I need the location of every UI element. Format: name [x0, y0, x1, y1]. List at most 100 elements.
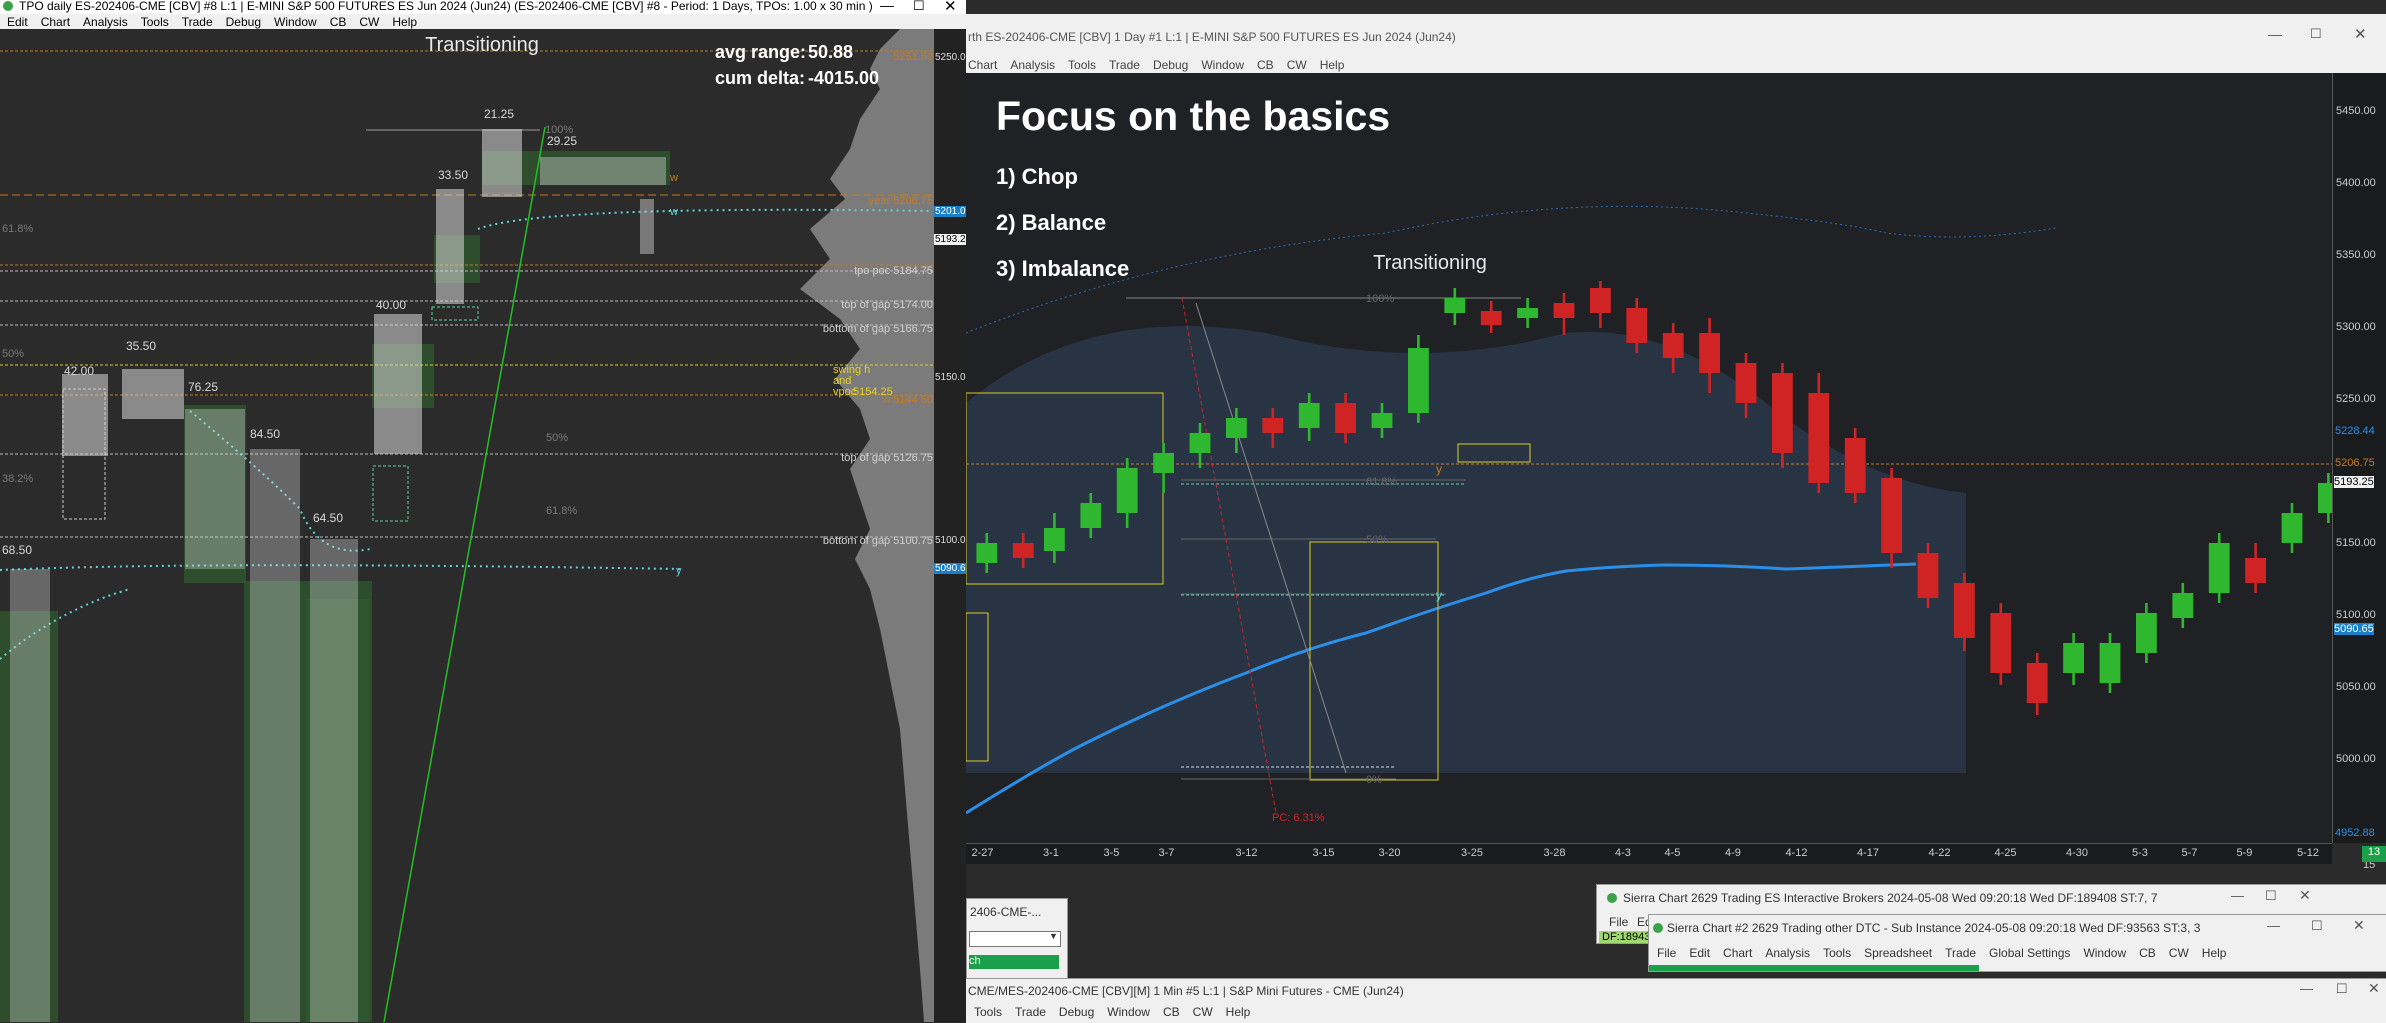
menu-help[interactable]: Help — [1320, 58, 1345, 72]
menu-trade[interactable]: Trade — [182, 15, 213, 29]
menu-window[interactable]: Window — [2083, 946, 2126, 960]
close-button[interactable]: ✕ — [2368, 980, 2380, 997]
y-letter: y — [1436, 462, 1442, 476]
menu-analysis[interactable]: Analysis — [83, 15, 128, 29]
menu-debug[interactable]: Debug — [1153, 58, 1188, 72]
date-label: 5-9 — [2236, 847, 2253, 859]
focus-point: 1) Chop — [996, 164, 1078, 189]
minimize-button[interactable]: — — [2268, 26, 2282, 42]
candle-body — [1626, 308, 1648, 343]
menu-debug[interactable]: Debug — [226, 15, 261, 29]
date-axis[interactable]: 2-27 3-1 3-5 3-7 3-12 3-15 3-20 3-25 3-28 4-3 4-5 4… — [966, 843, 2375, 871]
date-label: 3-7 — [1158, 847, 1175, 859]
menu-help[interactable]: Help — [392, 15, 417, 29]
menu-chart[interactable]: Chart — [41, 15, 70, 29]
dtc-window[interactable]: Sierra Chart #2 2629 Trading other DTC -… — [1648, 914, 2386, 972]
date-label: 4-5 — [1664, 847, 1681, 859]
menu-trade[interactable]: Trade — [1015, 1005, 1046, 1019]
tpo-chart[interactable]: Transitioning avg range: 50.88 cum delta… — [0, 29, 966, 1022]
date-label: 5-3 — [2132, 847, 2148, 859]
small-window[interactable]: 2406-CME-... ▼ ch — [966, 898, 1068, 980]
maximize-button[interactable]: ☐ — [2336, 981, 2348, 997]
menu-chart[interactable]: Chart — [1723, 946, 1752, 960]
menu-trade[interactable]: Trade — [1109, 58, 1140, 72]
w-letter: w — [669, 172, 678, 184]
candle-body — [2318, 483, 2332, 513]
maximize-button[interactable]: ☐ — [2310, 26, 2322, 42]
candle-body — [1735, 363, 1757, 403]
close-button[interactable]: ✕ — [2353, 917, 2365, 934]
menu-chart[interactable]: Chart — [968, 58, 997, 72]
right-window-titlebar[interactable]: rth ES-202406-CME [CBV] 1 Day #1 L:1 | E… — [966, 14, 2386, 56]
axis-label: 5193.25 — [2334, 476, 2374, 488]
candle-body — [1262, 418, 1284, 433]
candle-body — [1371, 413, 1393, 428]
chevron-down-icon[interactable]: ▼ — [1049, 931, 1058, 941]
axis-label: 5090.65 — [2334, 623, 2374, 635]
small-window-tab[interactable]: ch — [969, 955, 1059, 969]
level-tag: year 5206.75 — [869, 195, 933, 207]
close-button[interactable]: ✕ — [2354, 25, 2367, 43]
date-label: 4-3 — [1615, 847, 1631, 859]
menu-cb[interactable]: CB — [1163, 1005, 1180, 1019]
level-tag: 5251.50 — [893, 51, 933, 63]
menu-file[interactable]: File — [1609, 915, 1628, 929]
menu-cb[interactable]: CB — [1257, 58, 1274, 72]
candle-body — [2026, 663, 2048, 703]
menu-cw[interactable]: CW — [1193, 1005, 1213, 1019]
candle-body — [1954, 583, 1975, 638]
candle-body — [1881, 478, 1902, 553]
menu-tools[interactable]: Tools — [974, 1005, 1002, 1019]
menu-analysis[interactable]: Analysis — [1765, 946, 1810, 960]
left-window-titlebar[interactable]: TPO daily ES-202406-CME [CBV] #8 L:1 | E… — [0, 0, 966, 14]
menu-window[interactable]: Window — [274, 15, 317, 29]
menu-tools[interactable]: Tools — [141, 15, 169, 29]
minimize-button[interactable]: — — [2300, 981, 2313, 996]
daily-candle-chart[interactable]: Focus on the basics 1) Chop 2) Balance 3… — [966, 73, 2332, 843]
menu-window[interactable]: Window — [1201, 58, 1244, 72]
pc-label: PC: 6.31% — [1272, 812, 1325, 824]
menu-cw[interactable]: CW — [1287, 58, 1307, 72]
range-label: 40.00 — [376, 298, 406, 312]
menu-cw[interactable]: CW — [359, 15, 379, 29]
menu-global-settings[interactable]: Global Settings — [1989, 946, 2070, 960]
menu-spreadsheet[interactable]: Spreadsheet — [1864, 946, 1932, 960]
maximize-button[interactable]: ☐ — [913, 0, 925, 14]
menu-cb[interactable]: CB — [330, 15, 347, 29]
menu-tools[interactable]: Tools — [1823, 946, 1851, 960]
menu-trade[interactable]: Trade — [1945, 946, 1976, 960]
maximize-button[interactable]: ☐ — [2265, 888, 2277, 904]
menu-cb[interactable]: CB — [2139, 946, 2156, 960]
range-label: 33.50 — [438, 168, 468, 182]
candle-body — [1444, 298, 1466, 313]
close-button[interactable]: ✕ — [2299, 887, 2311, 904]
right-price-axis[interactable]: 5450.00 5400.00 5350.00 5300.00 5250.00 … — [2332, 73, 2386, 843]
left-menubar: Edit Chart Analysis Tools Trade Debug Wi… — [0, 14, 966, 29]
menu-edit[interactable]: Edit — [1689, 946, 1710, 960]
minimize-button[interactable]: — — [2231, 888, 2244, 903]
small-window-title: 2406-CME-... — [970, 905, 1042, 919]
fib-label: 61.8% — [2, 223, 33, 235]
dtc-menubar: File Edit Chart Analysis Tools Spreadshe… — [1651, 945, 2371, 961]
menu-cw[interactable]: CW — [2169, 946, 2189, 960]
candle-body — [1553, 303, 1575, 318]
mes-window[interactable]: CME/MES-202406-CME [CBV][M] 1 Min #5 L:1… — [966, 978, 2386, 1023]
fib-label: 100% — [1366, 293, 1394, 305]
axis-label: 5450.00 — [2336, 105, 2376, 117]
dropdown-control[interactable] — [969, 931, 1061, 947]
level-tag: bottom of gap 5166.75 — [823, 323, 933, 335]
transitioning-label: Transitioning — [1373, 252, 1487, 274]
menu-help[interactable]: Help — [2202, 946, 2227, 960]
minimize-button[interactable]: — — [2267, 918, 2280, 933]
menu-help[interactable]: Help — [1226, 1005, 1251, 1019]
close-button[interactable]: ✕ — [944, 0, 957, 14]
menu-window[interactable]: Window — [1107, 1005, 1150, 1019]
left-price-axis[interactable]: 5250.00 5201.00 5193.25 5150.00 5100.00 … — [934, 29, 973, 1022]
minimize-button[interactable]: — — [880, 0, 894, 13]
menu-edit[interactable]: Edit — [7, 15, 28, 29]
maximize-button[interactable]: ☐ — [2311, 918, 2323, 934]
menu-tools[interactable]: Tools — [1068, 58, 1096, 72]
menu-file[interactable]: File — [1657, 946, 1676, 960]
menu-debug[interactable]: Debug — [1059, 1005, 1094, 1019]
menu-analysis[interactable]: Analysis — [1010, 58, 1055, 72]
